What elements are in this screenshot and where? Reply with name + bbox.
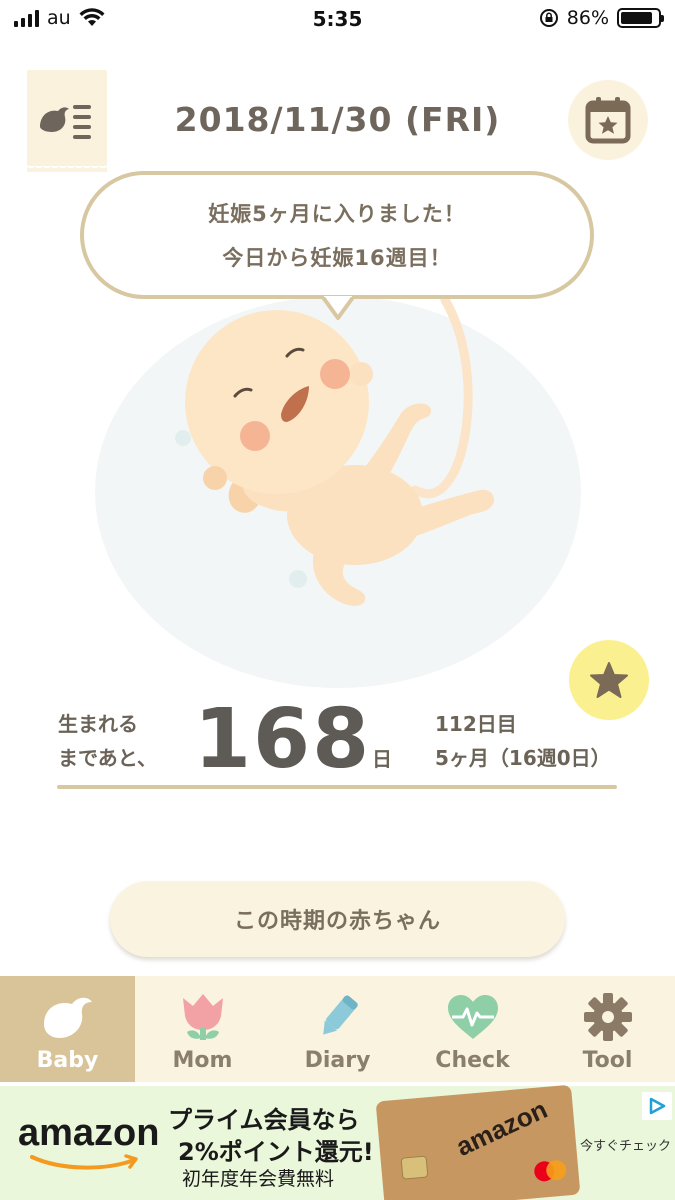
ad-headline: プライム会員なら: [168, 1106, 360, 1134]
gear-icon: [583, 993, 632, 1041]
battery-level: [621, 12, 652, 24]
baby-illustration: [175, 295, 495, 606]
tulip-icon: [182, 994, 223, 1040]
tab-tool[interactable]: Tool: [540, 976, 675, 1082]
rotation-lock-icon: [539, 9, 558, 27]
countdown-label: 生まれる まであと、: [58, 707, 157, 775]
ad-subheadline: 2%ポイント還元!: [178, 1138, 374, 1166]
tab-baby[interactable]: Baby: [0, 976, 135, 1082]
pregnancy-term: 5ヶ月（16週0日）: [435, 746, 611, 770]
star-icon: [590, 662, 628, 698]
battery-percent: 86%: [566, 7, 609, 29]
tab-mom[interactable]: Mom: [135, 976, 270, 1082]
tab-label: Mom: [172, 1048, 233, 1073]
ad-brand-logo: amazon: [18, 1112, 160, 1154]
ad-choices-icon[interactable]: [642, 1092, 672, 1120]
tab-diary[interactable]: Diary: [270, 976, 405, 1082]
menu-button[interactable]: [27, 70, 107, 172]
tab-label: Tool: [582, 1048, 633, 1073]
calendar-star-icon: [585, 97, 631, 144]
heart-pulse-icon: [447, 995, 498, 1039]
message-bubble: 妊娠5ヶ月に入りました！ 今日から妊娠16週目！: [80, 171, 594, 299]
tab-label: Baby: [36, 1048, 99, 1073]
pregnancy-progress: 112日目 5ヶ月（16週0日）: [435, 707, 611, 775]
bird-icon: [43, 997, 92, 1038]
countdown-label-line-2: まであと、: [58, 746, 157, 770]
ad-cta-link[interactable]: 今すぐチェック: [580, 1135, 671, 1154]
battery-icon: [617, 8, 664, 28]
card-chip-icon: [400, 1155, 429, 1180]
tab-bar: Baby Mom Diary Check Tool: [0, 976, 675, 1082]
bird-list-icon: [40, 105, 91, 139]
favorite-button[interactable]: [569, 640, 649, 720]
bubble-tail: [322, 296, 354, 320]
ad-card-brand: amazon: [451, 1093, 552, 1162]
days-remaining: 168: [194, 692, 372, 787]
ad-card-image: amazon: [375, 1084, 581, 1200]
calendar-button[interactable]: [568, 80, 648, 160]
divider: [57, 785, 617, 789]
message-line-2: 今日から妊娠16週目！: [222, 246, 452, 270]
baby-this-period-button[interactable]: この時期の赤ちゃん: [110, 881, 565, 957]
tab-check[interactable]: Check: [405, 976, 540, 1082]
date-title: 2018/11/30 (FRI): [174, 100, 501, 139]
days-unit: 日: [372, 747, 392, 771]
pencil-icon: [322, 995, 358, 1035]
tab-label: Check: [435, 1048, 510, 1073]
tab-label: Diary: [304, 1048, 371, 1073]
status-bar: au 5:35 86%: [0, 0, 675, 40]
ad-caption: 初年度年会費無料: [182, 1168, 335, 1190]
message-line-1: 妊娠5ヶ月に入りました！: [208, 202, 466, 226]
countdown-label-line-1: 生まれる: [58, 712, 138, 736]
amazon-smile-icon: [30, 1154, 138, 1170]
